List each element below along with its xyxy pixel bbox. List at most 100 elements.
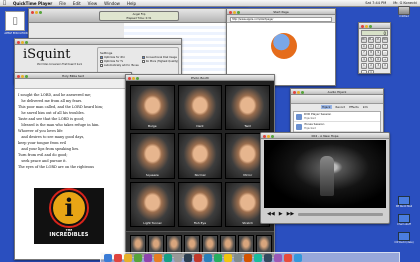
- calculator-key[interactable]: 9: [375, 50, 382, 56]
- dock-app-icon[interactable]: [254, 253, 262, 262]
- calculator-key[interactable]: MR: [382, 37, 388, 43]
- calculator-key[interactable]: 6: [375, 56, 382, 62]
- url-field[interactable]: http://www.apple.com/startpage/: [230, 16, 332, 22]
- effect-thumbnail[interactable]: Fish Eye: [177, 181, 223, 227]
- tab-info[interactable]: Info: [363, 105, 368, 109]
- video-frame[interactable]: [264, 140, 386, 208]
- dock-app-icon[interactable]: [104, 253, 112, 262]
- option-checkbox[interactable]: [100, 64, 103, 67]
- option-checkbox[interactable]: [141, 56, 145, 59]
- itunes-title-bar[interactable]: Angel Flip Elapsed Time: 0:31: [29, 9, 247, 23]
- document-title-bar[interactable]: Holy Bible text: [15, 73, 131, 79]
- calculator-key[interactable]: 2: [367, 63, 375, 69]
- menu-edit[interactable]: Edit: [73, 1, 81, 6]
- desktop-icon[interactable]: DP Rudd Mail: [390, 196, 418, 208]
- dock-app-icon[interactable]: [214, 253, 222, 262]
- effect-thumbnail[interactable]: Light Tunnel: [130, 181, 175, 227]
- dock-app-icon[interactable]: [184, 253, 192, 262]
- calculator-key[interactable]: 1: [361, 63, 367, 69]
- calculator-key[interactable]: =: [367, 69, 375, 73]
- browser-title-bar[interactable]: Start Page: [227, 9, 335, 15]
- calculator-key[interactable]: M-: [375, 37, 382, 43]
- session-status: Hijacked: [304, 115, 316, 120]
- calculator-key[interactable]: M+: [367, 37, 375, 43]
- menubar-clock[interactable]: Sat 7:44 PM: [365, 1, 386, 5]
- calculator-window[interactable]: 0 MC M+ M- MR C = / * 7 8 9-4 5 6 +1 2 3 0. =: [358, 22, 391, 74]
- session-item[interactable]: DVD Player Session Hijacked: [294, 112, 380, 122]
- menubar-user[interactable]: Mr. G Konecki: [393, 1, 417, 5]
- desktop-icon[interactable]: Chem stuff: [390, 214, 418, 226]
- calculator-key[interactable]: =: [367, 43, 375, 49]
- calculator-key[interactable]: .: [361, 69, 367, 73]
- dock-app-icon[interactable]: [264, 253, 272, 262]
- calculator-key[interactable]: *: [382, 43, 388, 49]
- effect-thumbnail[interactable]: Normal: [177, 133, 223, 179]
- effect-thumbnail[interactable]: Twirl: [225, 85, 270, 131]
- calculator-key[interactable]: 0: [382, 63, 388, 69]
- menu-app-name[interactable]: QuickTime Player: [13, 1, 52, 6]
- effect-thumbnail[interactable]: Dent: [177, 85, 223, 131]
- calculator-key[interactable]: 7: [361, 50, 367, 56]
- menu-view[interactable]: View: [88, 1, 98, 6]
- calculator-title-bar[interactable]: [359, 23, 390, 29]
- dock-app-icon[interactable]: [114, 253, 122, 262]
- dock-app-icon[interactable]: [134, 253, 142, 262]
- calculator-key[interactable]: C: [361, 43, 367, 49]
- calculator-key[interactable]: MC: [361, 37, 367, 43]
- apple-menu-icon[interactable]: : [3, 0, 6, 6]
- quicktime-window[interactable]: 004 - A New Hope ◀◀ ▶ ▶▶: [260, 132, 390, 224]
- calculator-key[interactable]: 8: [367, 50, 375, 56]
- calculator-key[interactable]: 5: [367, 56, 375, 62]
- audio-toolbar: [291, 95, 383, 104]
- session-status: Hijacked: [304, 125, 316, 130]
- quicktime-title: 004 - A New Hope: [311, 134, 339, 138]
- session-item[interactable]: iTunes Session Hijacked: [294, 122, 380, 132]
- photobooth-title-bar[interactable]: Photo Booth: [126, 75, 274, 81]
- option-checkbox[interactable]: [100, 60, 103, 63]
- rewind-icon[interactable]: ◀◀: [267, 211, 275, 217]
- dock-app-icon[interactable]: [284, 253, 292, 262]
- dock-app-icon[interactable]: [164, 253, 172, 262]
- dock-app-icon[interactable]: [174, 253, 182, 262]
- desktop-icon[interactable]: Untitled: [390, 6, 418, 18]
- menu-window[interactable]: Window: [104, 1, 120, 6]
- itunes-lcd: Angel Flip Elapsed Time: 0:31: [99, 11, 179, 21]
- option-checkbox[interactable]: [141, 60, 145, 63]
- calculator-key[interactable]: 3: [375, 63, 382, 69]
- option-checkbox[interactable]: [100, 56, 103, 59]
- calculator-key[interactable]: /: [375, 43, 382, 49]
- desktop-icon[interactable]: CIP Rudd (dele): [390, 232, 418, 244]
- dock-app-icon[interactable]: [224, 253, 232, 262]
- desktop-icon-label: Chem stuff: [397, 223, 411, 226]
- audio-title-bar[interactable]: Audio Hijack: [291, 89, 383, 95]
- document-body[interactable]: I sought the LORD, and he answered me; h…: [15, 89, 131, 173]
- tab-hijack[interactable]: Hijack: [321, 105, 332, 109]
- dock-app-icon[interactable]: [154, 253, 162, 262]
- isquint-title-bar[interactable]: [15, 39, 181, 45]
- play-icon[interactable]: ▶: [279, 211, 283, 217]
- calculator-key[interactable]: 4: [361, 56, 367, 62]
- playback-controls: ◀◀ ▶ ▶▶: [261, 209, 389, 219]
- tab-record[interactable]: Record: [336, 105, 346, 109]
- tab-effects[interactable]: Effects: [349, 105, 359, 109]
- menu-help[interactable]: Help: [127, 1, 136, 6]
- effect-thumbnail[interactable]: Squeeze: [130, 133, 175, 179]
- dock-app-icon[interactable]: [244, 253, 252, 262]
- dock-app-icon[interactable]: [194, 253, 202, 262]
- quicktime-title-bar[interactable]: 004 - A New Hope: [261, 133, 389, 139]
- dock-app-icon[interactable]: [124, 253, 132, 262]
- browser-toolbar: http://www.apple.com/startpage/: [227, 15, 335, 23]
- fast-forward-icon[interactable]: ▶▶: [287, 211, 295, 217]
- effect-thumbnail[interactable]: Bulge: [130, 85, 175, 131]
- menu-file[interactable]: File: [59, 1, 66, 6]
- calculator-key[interactable]: -: [382, 50, 388, 56]
- calculator-key[interactable]: +: [382, 56, 388, 62]
- window-controls[interactable]: [31, 10, 42, 14]
- dock-app-icon[interactable]: [234, 253, 242, 262]
- photobooth-window[interactable]: Photo Booth Bulge Dent Twirl Squeeze Normal M…: [125, 74, 275, 258]
- dock-app-icon[interactable]: [294, 253, 302, 262]
- dock-app-icon[interactable]: [204, 253, 212, 262]
- dock-app-icon[interactable]: [144, 253, 152, 262]
- scrubber-track[interactable]: [298, 212, 383, 216]
- dock-app-icon[interactable]: [274, 253, 282, 262]
